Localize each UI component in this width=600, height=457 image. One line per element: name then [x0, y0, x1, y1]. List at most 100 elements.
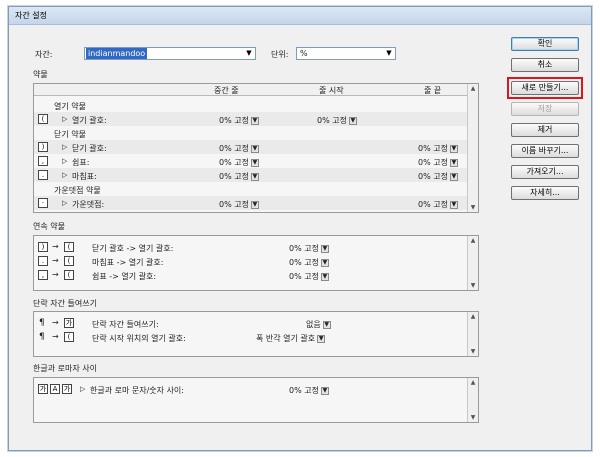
pilcrow-icon: ¶	[39, 332, 45, 342]
expand-icon[interactable]: ▷	[62, 115, 67, 123]
chevron-down-icon: ▼	[246, 49, 252, 57]
arrow-right-icon: →	[52, 270, 59, 279]
open-bracket-icon: (	[64, 332, 74, 342]
comma-icon: ,	[38, 156, 48, 166]
pilcrow-icon: ¶	[39, 318, 45, 328]
section-punctuation-title: 약물	[33, 70, 48, 79]
expand-icon[interactable]: ▷	[62, 171, 67, 179]
hangul-roman-list: 가 A 가 ▷ 한글과 로마 문자/숫자 사이: 0% 고정 ▼ ▲ ▼	[33, 377, 479, 423]
section-indent-title: 단락 자간 들여쓰기	[33, 299, 97, 308]
scroll-up-icon[interactable]: ▲	[468, 84, 478, 93]
kerning-select[interactable]: indianmandoo ▼	[84, 47, 256, 60]
consecutive-row-3[interactable]: , → ( 쉼표 -> 열기 괄호: 0% 고정 ▼	[34, 268, 467, 282]
value[interactable]: 0% 고정 ▼	[289, 243, 329, 254]
indent-row-1[interactable]: ¶ → 가 단락 자간 들여쓰기: 없음 ▼	[34, 316, 467, 330]
expand-icon[interactable]: ▷	[62, 143, 67, 151]
row-label: 단락 자간 들여쓰기:	[92, 320, 159, 329]
arrow-right-icon: →	[52, 332, 59, 341]
scroll-down-icon[interactable]: ▼	[468, 347, 478, 356]
import-button[interactable]: 가져오기...	[511, 165, 579, 179]
new-button[interactable]: 새로 만들기...	[511, 81, 579, 95]
col-mid: 중간 줄	[214, 86, 239, 95]
arrow-right-icon: →	[52, 242, 59, 251]
expand-icon[interactable]: ▷	[62, 157, 67, 165]
open-bracket-icon: (	[64, 242, 74, 252]
open-bracket-icon: (	[64, 256, 74, 266]
mid-value[interactable]: 0% 고정 ▼	[219, 171, 259, 182]
cancel-button[interactable]: 취소	[511, 58, 579, 72]
group-open-label: 열기 약물	[54, 102, 86, 111]
mid-value[interactable]: 0% 고정 ▼	[219, 115, 259, 126]
comma-icon: ,	[38, 270, 48, 280]
group-open: 열기 약물	[34, 99, 467, 113]
scroll-up-icon[interactable]: ▲	[468, 378, 478, 387]
scroll-up-icon[interactable]: ▲	[468, 312, 478, 321]
end-value[interactable]: 0% 고정 ▼	[418, 199, 458, 210]
remove-button[interactable]: 제거	[511, 123, 579, 137]
value[interactable]: 폭 반각 열기 괄호 ▼	[256, 333, 326, 344]
row-comma[interactable]: , ▷ 쉼표: 0% 고정 ▼ 0% 고정 ▼	[34, 154, 467, 168]
consecutive-list: ) → ( 닫기 괄호 -> 열기 괄호: 0% 고정 ▼ . → ( 마침표 -…	[33, 235, 479, 291]
scroll-down-icon[interactable]: ▼	[468, 413, 478, 422]
row-label: 단락 시작 위치의 열기 괄호:	[92, 334, 186, 343]
row-label: 한글과 로마 문자/숫자 사이:	[90, 386, 184, 395]
indent-row-2[interactable]: ¶ → ( 단락 시작 위치의 열기 괄호: 폭 반각 열기 괄호 ▼	[34, 330, 467, 344]
value[interactable]: 0% 고정 ▼	[289, 385, 329, 396]
scrollbar[interactable]: ▲ ▼	[467, 84, 478, 212]
row-middot[interactable]: · ▷ 가운뎃점: 0% 고정 ▼ 0% 고정 ▼	[34, 196, 467, 210]
row-label: 쉼표 -> 열기 괄호:	[92, 272, 157, 281]
kerning-settings-dialog: 자간 설정 자간: indianmandoo ▼ 단위: % ▼ 약물 중간 줄…	[8, 6, 592, 451]
row-close-bracket[interactable]: ) ▷ 닫기 괄호: 0% 고정 ▼ 0% 고정 ▼	[34, 140, 467, 154]
consecutive-row-1[interactable]: ) → ( 닫기 괄호 -> 열기 괄호: 0% 고정 ▼	[34, 240, 467, 254]
row-label: 닫기 괄호:	[72, 144, 107, 153]
group-middot-label: 가운뎃점 약물	[54, 186, 101, 195]
row-label: 쉼표:	[72, 158, 90, 167]
group-middot: 가운뎃점 약물	[34, 183, 467, 197]
dialog-title: 자간 설정	[9, 7, 591, 25]
open-bracket-icon: (	[38, 114, 48, 124]
end-value[interactable]: 0% 고정 ▼	[418, 171, 458, 182]
close-bracket-icon: )	[38, 242, 48, 252]
kerning-label: 자간:	[35, 50, 53, 59]
mid-value[interactable]: 0% 고정 ▼	[219, 157, 259, 168]
group-close-label: 닫기 약물	[54, 130, 86, 139]
expand-icon[interactable]: ▷	[62, 199, 67, 207]
value[interactable]: 0% 고정 ▼	[289, 271, 329, 282]
end-value[interactable]: 0% 고정 ▼	[418, 143, 458, 154]
row-label: 열기 괄호:	[72, 116, 107, 125]
save-button[interactable]: 저장	[511, 102, 579, 116]
section-hangul-roman-title: 한글과 로마자 사이	[33, 364, 97, 373]
row-label: 마침표:	[72, 172, 97, 181]
hangul-char-icon: 가	[62, 384, 72, 394]
roman-char-icon: A	[50, 384, 60, 394]
hangul-char-icon: 가	[38, 384, 48, 394]
hangul-roman-row[interactable]: 가 A 가 ▷ 한글과 로마 문자/숫자 사이: 0% 고정 ▼	[34, 382, 467, 396]
scroll-down-icon[interactable]: ▼	[468, 203, 478, 212]
start-value[interactable]: 0% 고정 ▼	[317, 115, 357, 126]
section-consecutive-title: 연속 약물	[33, 222, 65, 231]
scroll-down-icon[interactable]: ▼	[468, 281, 478, 290]
mid-value[interactable]: 0% 고정 ▼	[219, 143, 259, 154]
column-header: 중간 줄 줄 시작 줄 끝	[34, 84, 478, 96]
consecutive-row-2[interactable]: . → ( 마침표 -> 열기 괄호: 0% 고정 ▼	[34, 254, 467, 268]
unit-select[interactable]: % ▼	[296, 47, 396, 60]
ok-button[interactable]: 확인	[511, 37, 579, 51]
value[interactable]: 없음 ▼	[306, 319, 331, 330]
kerning-select-value: indianmandoo	[86, 48, 148, 59]
rename-button[interactable]: 이름 바꾸기...	[511, 144, 579, 158]
expand-icon[interactable]: ▷	[80, 385, 85, 393]
value[interactable]: 0% 고정 ▼	[289, 257, 329, 268]
row-open-bracket[interactable]: ( ▷ 열기 괄호: 0% 고정 ▼ 0% 고정 ▼	[34, 112, 467, 126]
indent-list: ¶ → 가 단락 자간 들여쓰기: 없음 ▼ ¶ → ( 단락 시작 위치의 열기…	[33, 311, 479, 357]
mid-value[interactable]: 0% 고정 ▼	[219, 199, 259, 210]
arrow-right-icon: →	[52, 256, 59, 265]
details-button[interactable]: 자세히...	[511, 186, 579, 200]
row-period[interactable]: . ▷ 마침표: 0% 고정 ▼ 0% 고정 ▼	[34, 168, 467, 182]
scrollbar[interactable]: ▲ ▼	[467, 312, 478, 356]
scroll-up-icon[interactable]: ▲	[468, 236, 478, 245]
scrollbar[interactable]: ▲ ▼	[467, 236, 478, 290]
unit-select-value: %	[300, 49, 308, 58]
scrollbar[interactable]: ▲ ▼	[467, 378, 478, 422]
row-label: 가운뎃점:	[72, 200, 105, 209]
end-value[interactable]: 0% 고정 ▼	[418, 157, 458, 168]
